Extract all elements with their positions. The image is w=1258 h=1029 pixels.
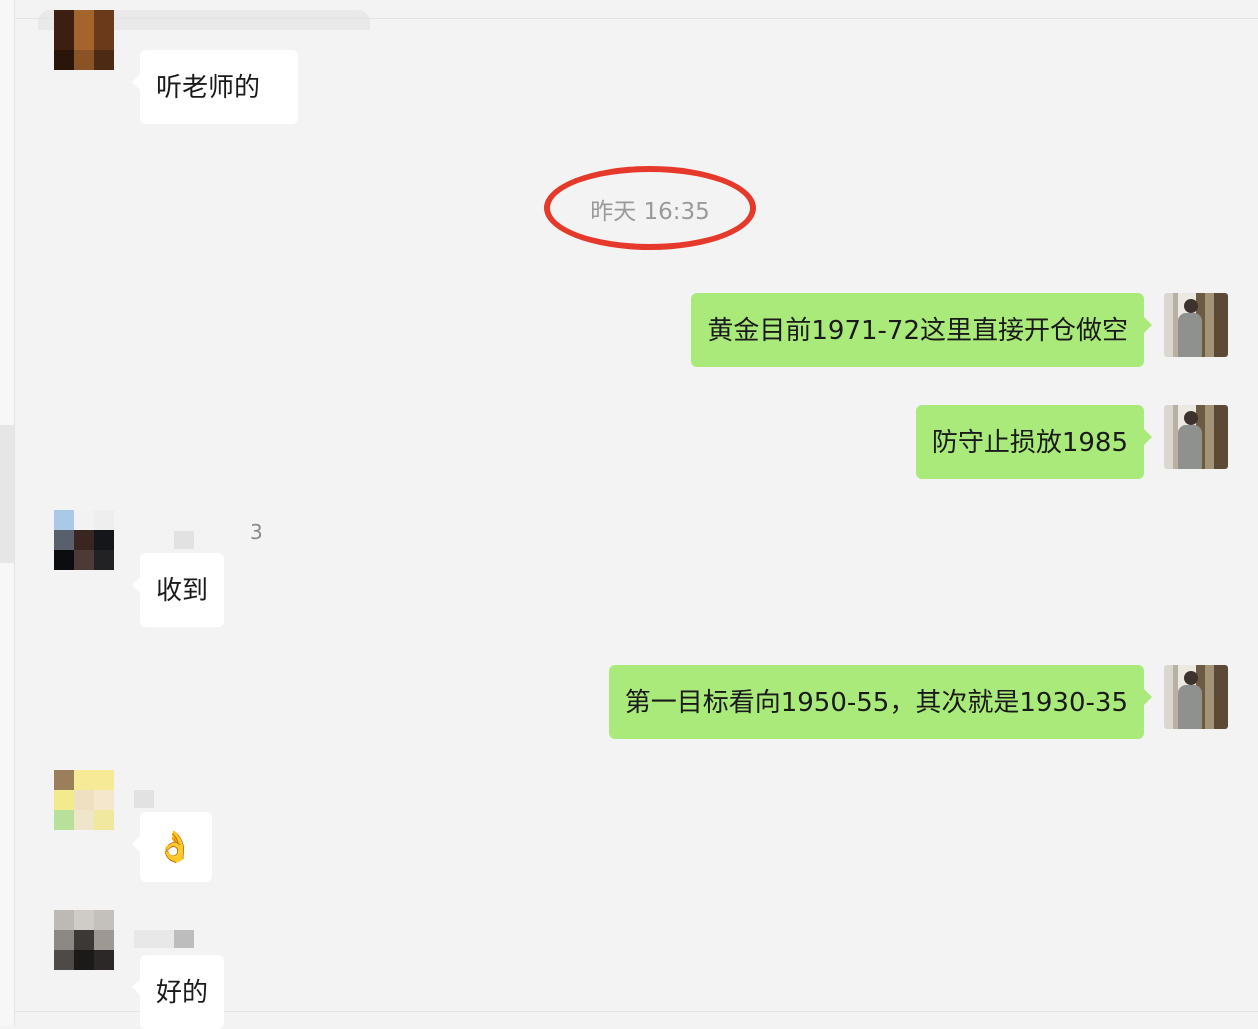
message-text: 好的 xyxy=(156,978,209,1008)
sender-name-redacted xyxy=(174,930,194,948)
message-bubble[interactable]: 第一目标看向1950-55，其次就是1930-35 xyxy=(608,665,1153,739)
timestamp-highlight: 昨天 16:35 xyxy=(544,166,756,250)
message-text: 收到 xyxy=(156,576,209,606)
ok-hand-emoji: 👌 xyxy=(156,830,194,865)
avatar[interactable] xyxy=(54,10,114,70)
self-avatar[interactable] xyxy=(1164,405,1228,469)
avatar[interactable] xyxy=(54,910,114,970)
message-text: 听老师的 xyxy=(156,73,261,103)
sender-name-redacted xyxy=(174,531,194,549)
sender-name-redacted xyxy=(134,790,154,808)
message-text: 黄金目前1971-72这里直接开仓做空 xyxy=(707,316,1128,346)
avatar[interactable] xyxy=(54,770,114,830)
message-bubble[interactable]: 收到 xyxy=(131,553,225,627)
sender-name-fragment: 3 xyxy=(250,520,263,544)
top-divider xyxy=(14,18,1258,19)
message-bubble[interactable]: 好的 xyxy=(131,955,225,1029)
scrollbar-thumb[interactable] xyxy=(0,425,14,563)
timestamp: 昨天 16:35 xyxy=(590,199,710,225)
message-text: 第一目标看向1950-55，其次就是1930-35 xyxy=(624,688,1128,718)
self-avatar[interactable] xyxy=(1164,665,1228,729)
avatar[interactable] xyxy=(54,510,114,570)
message-text: 防守止损放1985 xyxy=(931,428,1128,458)
self-avatar[interactable] xyxy=(1164,293,1228,357)
message-bubble[interactable]: 防守止损放1985 xyxy=(915,405,1153,479)
message-bubble[interactable]: 黄金目前1971-72这里直接开仓做空 xyxy=(691,293,1152,367)
sender-name-redacted xyxy=(134,930,174,948)
message-bubble[interactable]: 听老师的 xyxy=(132,50,298,124)
message-bubble[interactable]: 👌 xyxy=(132,812,212,882)
